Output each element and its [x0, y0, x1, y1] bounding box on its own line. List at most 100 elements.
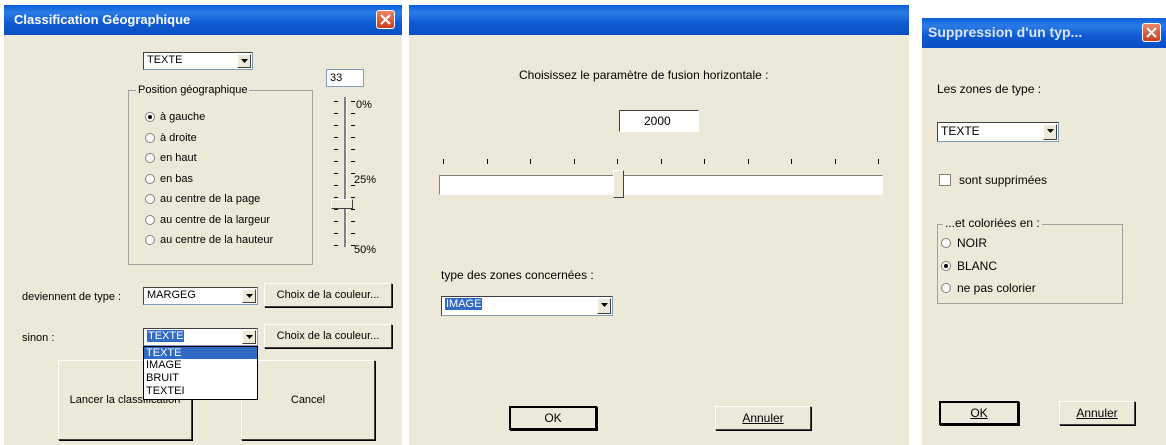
dialog-title: Suppression d'un typ... — [928, 24, 1083, 40]
else-combo[interactable]: TEXTE — [143, 328, 258, 346]
radio-label: en haut — [160, 152, 197, 164]
slider-tick — [334, 161, 338, 162]
color-button-2[interactable]: Choix de la couleur... — [264, 324, 392, 348]
slider-tick — [334, 173, 338, 174]
slider-tick — [351, 221, 355, 222]
zone-type-value: IMAGE — [445, 298, 483, 310]
cancel-button-label: Annuler — [1076, 406, 1118, 420]
ok-button[interactable]: OK — [939, 401, 1019, 425]
classification-dialog: Classification Géographique TEXTE 33 Pos… — [4, 5, 402, 445]
slider-tick — [530, 159, 531, 164]
ok-button[interactable]: OK — [509, 406, 597, 430]
slider-tick — [443, 159, 444, 164]
close-button[interactable] — [1142, 23, 1161, 42]
deleted-label: sont supprimées — [959, 173, 1048, 187]
chevron-down-icon[interactable] — [242, 289, 256, 303]
slider-tick — [351, 149, 355, 150]
fusion-dialog: Choisissez le paramètre de fusion horizo… — [409, 5, 909, 445]
radio-button[interactable] — [145, 133, 155, 143]
slider-tick — [351, 233, 355, 234]
color-button-1[interactable]: Choix de la couleur... — [264, 283, 392, 307]
title-bar[interactable]: Classification Géographique — [4, 5, 402, 35]
slider-tick — [334, 101, 338, 102]
dropdown-option[interactable]: TEXTE — [144, 347, 257, 359]
radio-label: ne pas colorier — [957, 281, 1036, 295]
radio-button[interactable] — [145, 112, 155, 122]
slider-thumb[interactable] — [613, 170, 624, 198]
slider-track — [344, 97, 347, 247]
radio-label: au centre de la hauteur — [160, 234, 274, 246]
else-label: sinon : — [22, 332, 55, 344]
cancel-button[interactable]: Annuler — [1059, 401, 1135, 425]
slider-tick — [486, 159, 488, 164]
slider-tick — [334, 221, 338, 222]
slider-tick — [351, 125, 355, 126]
slider-tick — [747, 159, 749, 164]
zone-combo-value: TEXTE — [941, 124, 980, 138]
slider-tick — [334, 209, 338, 210]
radio-button[interactable] — [145, 235, 155, 245]
chevron-down-icon[interactable] — [597, 298, 611, 314]
dropdown-option[interactable]: IMAGE — [144, 359, 257, 371]
slider-tick — [351, 113, 355, 114]
radio-label: au centre de la page — [160, 193, 261, 205]
dropdown-option[interactable]: BRUIT — [144, 372, 257, 384]
radio-label: à droite — [160, 132, 197, 144]
radio-button[interactable] — [941, 261, 951, 271]
color-group-label: ...et coloriées en : — [943, 216, 1042, 230]
become-combo-value: MARGEG — [147, 289, 196, 301]
slider-tick — [334, 113, 338, 114]
dialog-body: Choisissez le paramètre de fusion horizo… — [413, 35, 905, 445]
deleted-checkbox[interactable] — [939, 174, 951, 186]
slider-tick — [834, 159, 836, 164]
slider-tick — [351, 209, 355, 210]
radio-button[interactable] — [145, 215, 155, 225]
value-box[interactable]: 33 — [326, 69, 364, 87]
value-box-text: 33 — [330, 72, 343, 84]
slider-tick — [573, 159, 575, 164]
type-combo[interactable]: TEXTE — [143, 52, 253, 70]
fusion-prompt: Choisissez le paramètre de fusion horizo… — [519, 68, 769, 82]
cancel-button-label: Annuler — [742, 411, 784, 425]
slider-tick — [351, 101, 355, 102]
suppression-dialog: Suppression d'un typ... Les zones de typ… — [922, 18, 1166, 445]
zone-type-combo[interactable]: IMAGE — [441, 296, 613, 316]
slider-thumb[interactable] — [331, 199, 353, 209]
scale-label-0: 0% — [356, 99, 372, 111]
chevron-down-icon[interactable] — [242, 330, 256, 344]
dropdown-option[interactable]: TEXTEI — [144, 385, 257, 397]
cancel-button[interactable]: Annuler — [715, 406, 811, 430]
slider-tick — [334, 233, 338, 234]
zone-combo[interactable]: TEXTE — [937, 122, 1059, 142]
slider-tick — [617, 159, 618, 164]
slider-tick — [334, 185, 338, 186]
become-combo[interactable]: MARGEG — [143, 287, 258, 305]
ok-button-label: OK — [544, 411, 562, 425]
radio-label: en bas — [160, 173, 194, 185]
slider-tick — [791, 159, 792, 164]
slider-tick — [334, 149, 338, 150]
slider-track — [439, 175, 883, 195]
cancel-button[interactable]: Cancel — [241, 360, 375, 440]
close-button[interactable] — [376, 10, 395, 29]
fusion-value-input[interactable]: 2000 — [619, 110, 699, 132]
scale-label-50: 50% — [354, 244, 377, 256]
slider-tick — [351, 197, 355, 198]
dialog-body: Les zones de type : TEXTE sont supprimée… — [925, 48, 1163, 445]
slider-tick — [878, 159, 879, 164]
radio-button[interactable] — [145, 194, 155, 204]
slider-tick — [334, 245, 338, 246]
radio-button[interactable] — [941, 238, 951, 248]
title-bar[interactable]: Suppression d'un typ... — [922, 18, 1166, 48]
title-bar[interactable] — [409, 5, 909, 35]
radio-button[interactable] — [145, 174, 155, 184]
slider-tick — [704, 159, 705, 164]
chevron-down-icon[interactable] — [1043, 124, 1057, 140]
radio-button[interactable] — [145, 153, 155, 163]
become-label: deviennent de type : — [22, 291, 122, 303]
chevron-down-icon[interactable] — [237, 54, 251, 68]
position-group-label: Position géographique — [136, 84, 250, 96]
radio-button[interactable] — [941, 283, 951, 293]
slider-tick — [334, 197, 338, 198]
color-button-2-label: Choix de la couleur... — [276, 330, 380, 342]
